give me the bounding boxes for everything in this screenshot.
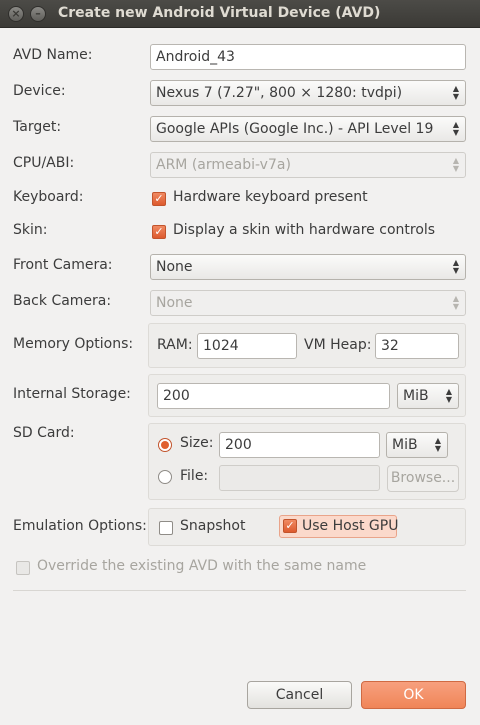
host-gpu-checkbox[interactable]: ✓: [283, 519, 297, 533]
override-checkbox: [16, 561, 30, 575]
sd-size-unit-select[interactable]: MiB ▲ ▼: [386, 432, 448, 458]
vm-heap-label: VM Heap:: [304, 337, 372, 353]
cancel-button[interactable]: Cancel: [247, 681, 352, 709]
back-camera-value: None: [156, 295, 193, 311]
device-value: Nexus 7 (7.27", 800 × 1280: tvdpi): [156, 85, 403, 101]
device-select[interactable]: Nexus 7 (7.27", 800 × 1280: tvdpi) ▲ ▼: [150, 80, 466, 106]
cpu-abi-select: ARM (armeabi-v7a) ▲ ▼: [150, 152, 466, 178]
device-label: Device:: [13, 83, 66, 99]
memory-options-label: Memory Options:: [13, 336, 134, 352]
override-checkbox-label: Override the existing AVD with the same …: [37, 558, 367, 574]
skin-checkbox[interactable]: ✓: [152, 225, 166, 239]
minimize-window-icon[interactable]: –: [30, 6, 46, 22]
skin-label: Skin:: [13, 222, 48, 238]
sd-file-radio[interactable]: [158, 470, 172, 484]
spinner-arrows-icon: ▲ ▼: [452, 258, 459, 275]
spinner-arrows-icon: ▲ ▼: [452, 294, 459, 311]
ram-input[interactable]: 1024: [197, 333, 297, 359]
back-camera-select: None ▲ ▼: [150, 290, 466, 316]
snapshot-checkbox-label[interactable]: Snapshot: [180, 518, 245, 534]
keyboard-checkbox[interactable]: ✓: [152, 192, 166, 206]
target-value: Google APIs (Google Inc.) - API Level 19: [156, 121, 434, 137]
ok-button[interactable]: OK: [361, 681, 466, 709]
sd-card-label: SD Card:: [13, 425, 75, 441]
internal-storage-input[interactable]: 200: [157, 383, 390, 409]
browse-button: Browse...: [387, 465, 459, 492]
internal-storage-label: Internal Storage:: [13, 386, 131, 402]
front-camera-label: Front Camera:: [13, 257, 113, 273]
spinner-arrows-icon: ▲ ▼: [434, 436, 441, 453]
sd-size-input[interactable]: 200: [219, 432, 380, 458]
sd-size-unit-value: MiB: [392, 437, 418, 453]
window-title: Create new Android Virtual Device (AVD): [58, 5, 381, 21]
separator: [13, 590, 466, 591]
spinner-arrows-icon: ▲ ▼: [452, 156, 459, 173]
back-camera-label: Back Camera:: [13, 293, 112, 309]
close-window-icon[interactable]: ×: [8, 6, 24, 22]
spinner-arrows-icon: ▲ ▼: [452, 84, 459, 101]
cpu-abi-value: ARM (armeabi-v7a): [156, 157, 291, 173]
cpu-abi-label: CPU/ABI:: [13, 155, 75, 171]
emulation-options-label: Emulation Options:: [13, 518, 147, 534]
sd-size-label[interactable]: Size:: [180, 435, 213, 451]
target-select[interactable]: Google APIs (Google Inc.) - API Level 19…: [150, 116, 466, 142]
keyboard-checkbox-label[interactable]: Hardware keyboard present: [173, 189, 368, 205]
sd-size-radio[interactable]: [158, 438, 172, 452]
ram-label: RAM:: [157, 337, 193, 353]
sd-file-input: [219, 465, 380, 491]
snapshot-checkbox[interactable]: [159, 521, 173, 535]
front-camera-value: None: [156, 259, 193, 275]
sd-file-label[interactable]: File:: [180, 468, 208, 484]
host-gpu-checkbox-label[interactable]: Use Host GPU: [302, 518, 398, 534]
vm-heap-input[interactable]: 32: [375, 333, 459, 359]
front-camera-select[interactable]: None ▲ ▼: [150, 254, 466, 280]
internal-storage-unit-value: MiB: [403, 388, 429, 404]
spinner-arrows-icon: ▲ ▼: [452, 120, 459, 137]
avd-name-input[interactable]: Android_43: [150, 44, 466, 70]
internal-storage-unit-select[interactable]: MiB ▲ ▼: [397, 383, 459, 409]
title-bar: × – Create new Android Virtual Device (A…: [0, 0, 480, 28]
avd-name-label: AVD Name:: [13, 47, 93, 63]
spinner-arrows-icon: ▲ ▼: [445, 387, 452, 404]
keyboard-label: Keyboard:: [13, 189, 84, 205]
skin-checkbox-label[interactable]: Display a skin with hardware controls: [173, 222, 435, 238]
target-label: Target:: [13, 119, 62, 135]
